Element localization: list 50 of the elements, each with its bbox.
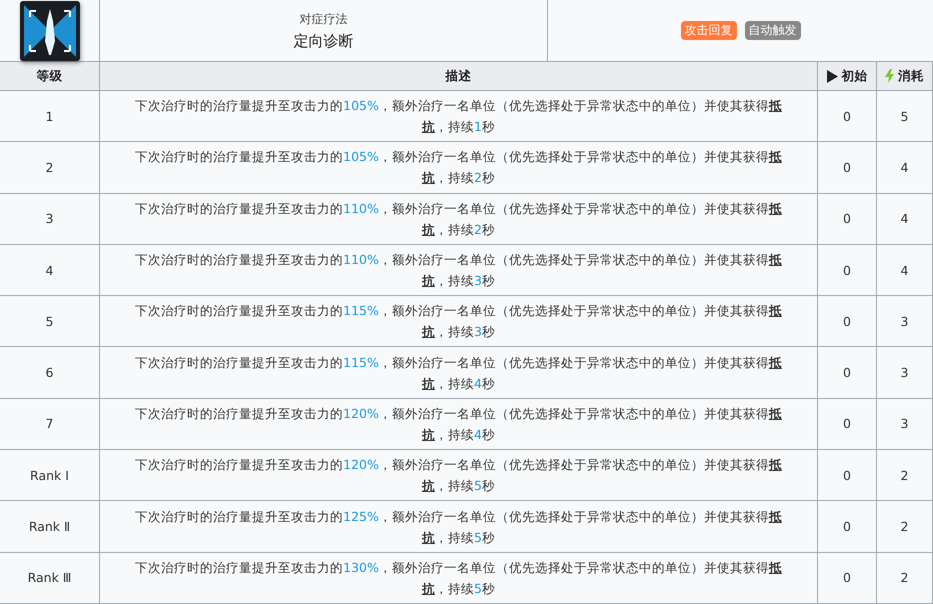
skill-description: 下次治疗时的治疗量提升至攻击力的 105%，额外治疗一名单位（优先选择处于异常状态中的单位）并使其获得抵抗，持续1秒 — [134, 97, 783, 136]
play-icon — [826, 70, 838, 82]
initial-cell: 0 — [818, 244, 877, 296]
cost-cell: 3 — [877, 398, 933, 450]
skill-description: 下次治疗时的治疗量提升至攻击力的 115%，额外治疗一名单位（优先选择处于异常状态中的单位）并使其获得抵抗，持续4秒 — [134, 354, 783, 393]
initial-cell: 0 — [818, 142, 877, 194]
level-cell: 7 — [0, 398, 100, 450]
cost-cell: 3 — [877, 296, 933, 348]
level-cell: 1 — [0, 91, 100, 142]
column-header: 消耗 — [877, 62, 933, 91]
skill-description: 下次治疗时的治疗量提升至攻击力的 120%，额外治疗一名单位（优先选择处于异常状态中的单位）并使其获得抵抗，持续5秒 — [134, 456, 783, 496]
lightning-icon — [885, 69, 894, 83]
skill-tag: 攻击回复 — [680, 21, 736, 40]
level-cell: Rank Ⅲ — [0, 552, 100, 604]
level-cell: 4 — [0, 244, 100, 296]
initial-cell: 0 — [818, 91, 877, 142]
cost-cell: 2 — [877, 450, 933, 502]
cost-cell: 2 — [877, 501, 933, 553]
initial-cell: 0 — [818, 194, 877, 245]
level-cell: Rank Ⅱ — [0, 501, 100, 553]
cost-cell: 3 — [877, 347, 933, 399]
skill-description: 下次治疗时的治疗量提升至攻击力的 130%，额外治疗一名单位（优先选择处于异常状态中的单位）并使其获得抵抗，持续5秒 — [134, 558, 783, 598]
cost-cell: 4 — [877, 244, 933, 296]
cost-cell: 5 — [877, 91, 933, 142]
skill-name: 定向诊断 — [294, 32, 354, 50]
cost-cell: 4 — [877, 194, 933, 245]
level-cell: 3 — [0, 194, 100, 245]
level-cell: 5 — [0, 296, 100, 348]
initial-cell: 0 — [818, 552, 877, 604]
skill-description: 下次治疗时的治疗量提升至攻击力的 110%，额外治疗一名单位（优先选择处于异常状态中的单位）并使其获得抵抗，持续2秒 — [134, 200, 783, 239]
initial-cell: 0 — [818, 347, 877, 399]
skill-type: 对症疗法 — [300, 10, 348, 28]
level-cell: 6 — [0, 347, 100, 399]
initial-cell: 0 — [818, 450, 877, 502]
cost-cell: 4 — [877, 142, 933, 194]
level-cell: 2 — [0, 142, 100, 194]
skill-tag: 自动触发 — [744, 21, 800, 40]
initial-cell: 0 — [818, 398, 877, 450]
skill-description: 下次治疗时的治疗量提升至攻击力的 105%，额外治疗一名单位（优先选择处于异常状态中的单位）并使其获得抵抗，持续2秒 — [134, 148, 783, 188]
skill-description: 下次治疗时的治疗量提升至攻击力的 115%，额外治疗一名单位（优先选择处于异常状态中的单位）并使其获得抵抗，持续3秒 — [134, 302, 783, 342]
level-cell: Rank Ⅰ — [0, 450, 100, 502]
initial-cell: 0 — [818, 501, 877, 553]
skill-description: 下次治疗时的治疗量提升至攻击力的 120%，额外治疗一名单位（优先选择处于异常状态中的单位）并使其获得抵抗，持续4秒 — [134, 404, 783, 444]
column-header: 初始 — [818, 62, 877, 91]
column-header: 等级 — [0, 62, 100, 91]
column-header: 描述 — [100, 62, 818, 91]
cost-cell: 2 — [877, 552, 933, 604]
skill-description: 下次治疗时的治疗量提升至攻击力的 125%，额外治疗一名单位（优先选择处于异常状态中的单位）并使其获得抵抗，持续5秒 — [134, 508, 783, 547]
skill-description: 下次治疗时的治疗量提升至攻击力的 110%，额外治疗一名单位（优先选择处于异常状态中的单位）并使其获得抵抗，持续3秒 — [134, 251, 783, 290]
initial-cell: 0 — [818, 296, 877, 348]
